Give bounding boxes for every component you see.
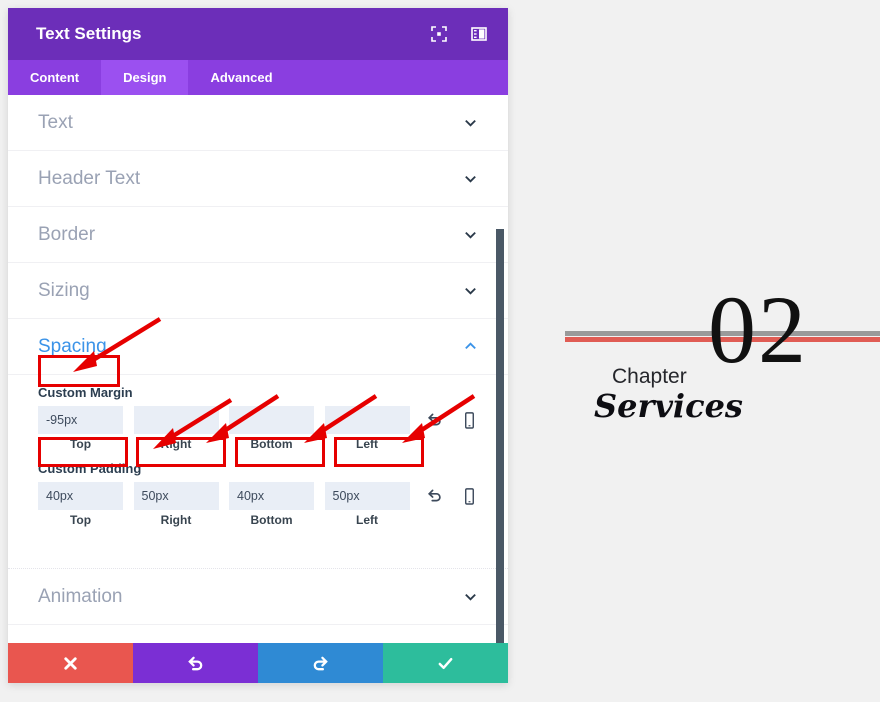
section-text[interactable]: Text [8,95,508,151]
section-border-label: Border [38,224,463,246]
module-preview-area: 02 Chapter Services [508,0,880,702]
margin-top-cell: Top [38,406,134,451]
redo-icon [311,654,330,673]
page-title: Text Settings [36,24,430,44]
margin-bottom-cell: Bottom [229,406,325,451]
padding-bottom-input[interactable] [229,482,314,510]
padding-right-sublabel: Right [134,513,219,527]
custom-padding-row-actions [426,482,478,506]
custom-padding-inputs: Top Right Bottom Left [38,482,478,527]
chevron-down-icon [463,283,478,298]
screen: 02 Chapter Services Text Settings [0,0,880,702]
text-settings-modal: Text Settings [8,8,508,683]
settings-scroll-area: Text Header Text Border [8,95,508,643]
section-spacing-label: Spacing [38,336,463,358]
padding-right-input[interactable] [134,482,219,510]
close-x-icon [61,654,80,673]
custom-margin-inputs: Top Right Bottom Left [38,406,478,451]
section-header-text[interactable]: Header Text [8,151,508,207]
undo-icon [186,654,205,673]
chevron-down-icon [463,227,478,242]
save-button[interactable] [383,643,508,683]
mobile-device-icon[interactable] [461,487,478,506]
modal-header: Text Settings [8,8,508,60]
section-text-label: Text [38,112,463,134]
margin-right-sublabel: Right [134,437,219,451]
margin-left-input[interactable] [325,406,410,434]
section-sizing-label: Sizing [38,280,463,302]
chevron-down-icon [463,115,478,130]
padding-top-sublabel: Top [38,513,123,527]
section-animation-label: Animation [38,586,463,608]
padding-bottom-cell: Bottom [229,482,325,527]
custom-padding-label: Custom Padding [38,461,478,476]
undo-button[interactable] [133,643,258,683]
margin-bottom-sublabel: Bottom [229,437,314,451]
discard-button[interactable] [8,643,133,683]
margin-top-sublabel: Top [38,437,123,451]
padding-bottom-sublabel: Bottom [229,513,314,527]
spacing-section-body: Custom Margin Top Right Bottom [8,385,508,535]
padding-top-input[interactable] [38,482,123,510]
modal-footer [8,643,508,683]
section-border[interactable]: Border [8,207,508,263]
margin-left-cell: Left [325,406,421,451]
layout-split-icon[interactable] [470,25,488,43]
padding-right-cell: Right [134,482,230,527]
section-spacing[interactable]: Spacing [8,319,508,375]
chapter-heading-text: Services [594,387,743,425]
chapter-number: 02 [708,282,808,378]
redo-button[interactable] [258,643,383,683]
padding-left-cell: Left [325,482,421,527]
undo-reset-icon[interactable] [426,487,443,506]
padding-left-input[interactable] [325,482,410,510]
custom-margin-label: Custom Margin [38,385,478,400]
padding-top-cell: Top [38,482,134,527]
tab-content[interactable]: Content [8,60,101,95]
margin-top-input[interactable] [38,406,123,434]
padding-left-sublabel: Left [325,513,410,527]
chevron-down-icon [463,589,478,604]
margin-bottom-input[interactable] [229,406,314,434]
margin-left-sublabel: Left [325,437,410,451]
chevron-down-icon [463,171,478,186]
custom-margin-group: Custom Margin Top Right Bottom [38,385,478,451]
tab-advanced[interactable]: Advanced [188,60,294,95]
margin-right-cell: Right [134,406,230,451]
settings-tabs: Content Design Advanced [8,60,508,95]
checkmark-icon [436,654,455,673]
custom-padding-group: Custom Padding Top Right Bottom [38,461,478,527]
chapter-eyebrow-text: Chapter [612,365,687,389]
modal-header-actions [430,25,488,43]
section-sizing[interactable]: Sizing [8,263,508,319]
section-header-text-label: Header Text [38,168,463,190]
undo-reset-icon[interactable] [426,411,443,430]
section-animation[interactable]: Animation [8,569,508,625]
chevron-up-icon [463,339,478,354]
section-spacer [8,535,508,569]
custom-margin-row-actions [426,406,478,430]
expand-focus-icon[interactable] [430,25,448,43]
margin-right-input[interactable] [134,406,219,434]
mobile-device-icon[interactable] [461,411,478,430]
tab-design[interactable]: Design [101,60,188,95]
settings-scrollbar[interactable] [496,229,504,643]
